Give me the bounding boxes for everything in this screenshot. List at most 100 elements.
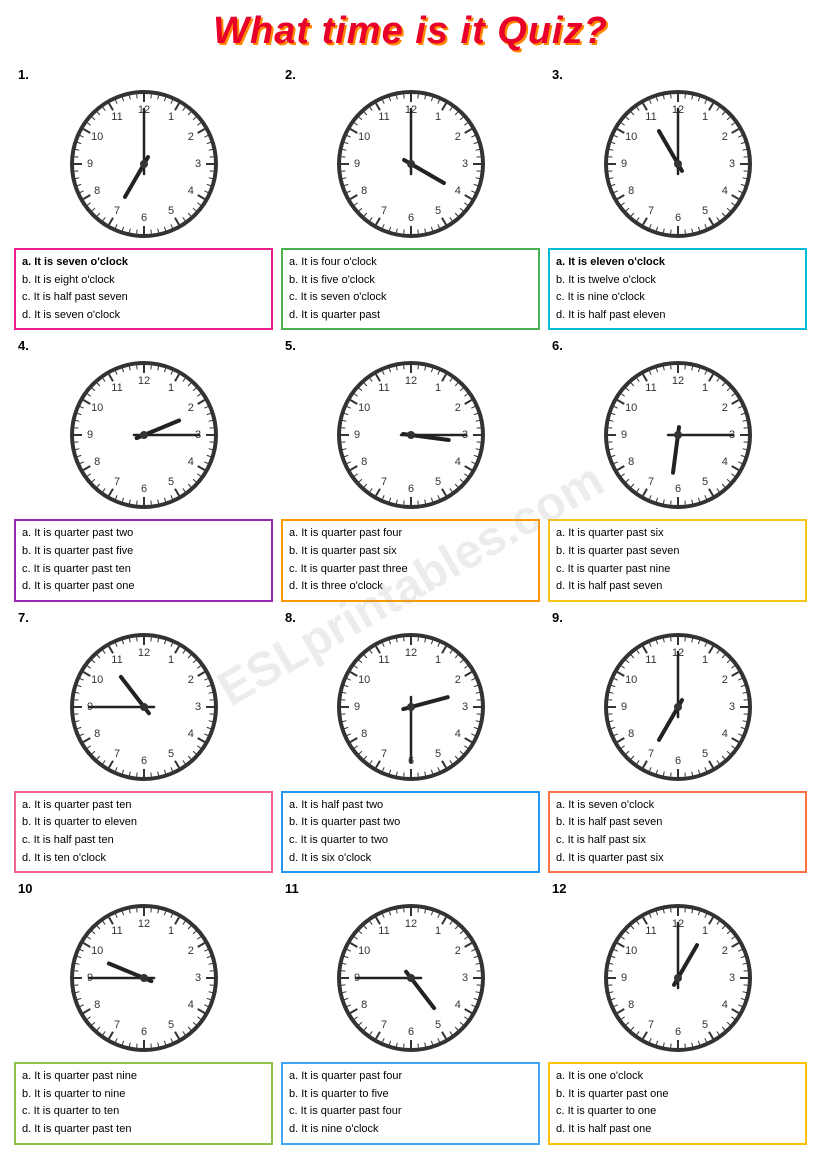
svg-text:8: 8 bbox=[94, 456, 100, 468]
question-number-6: 6. bbox=[552, 338, 563, 353]
svg-text:6: 6 bbox=[140, 755, 146, 767]
svg-text:1: 1 bbox=[434, 383, 440, 395]
svg-text:7: 7 bbox=[113, 205, 119, 217]
answer-box-1: a. It is seven o'clockb. It is eight o'c… bbox=[14, 248, 273, 330]
svg-text:3: 3 bbox=[461, 158, 467, 170]
questions-grid: 1. 121234567891011 a. It is seven o'cloc… bbox=[10, 63, 811, 1149]
option-8-3: c. It is quarter to two bbox=[289, 832, 532, 850]
svg-text:3: 3 bbox=[728, 701, 734, 713]
svg-text:7: 7 bbox=[647, 1019, 653, 1031]
svg-text:7: 7 bbox=[380, 205, 386, 217]
svg-text:10: 10 bbox=[91, 945, 103, 957]
clock-5: 121234567891011 bbox=[331, 355, 491, 515]
svg-text:8: 8 bbox=[628, 185, 634, 197]
svg-text:12: 12 bbox=[404, 647, 416, 659]
svg-text:4: 4 bbox=[454, 999, 460, 1011]
answer-box-9: a. It is seven o'clockb. It is half past… bbox=[548, 791, 807, 873]
option-1-3: c. It is half past seven bbox=[22, 289, 265, 307]
option-3-4: d. It is half past eleven bbox=[556, 307, 799, 325]
svg-text:5: 5 bbox=[167, 476, 173, 488]
svg-text:2: 2 bbox=[721, 945, 727, 957]
option-11-3: c. It is quarter past four bbox=[289, 1103, 532, 1121]
svg-text:8: 8 bbox=[628, 728, 634, 740]
svg-text:4: 4 bbox=[721, 728, 727, 740]
question-cell-2: 2. 121234567891011 a. It is four o'clock… bbox=[281, 67, 540, 330]
svg-text:11: 11 bbox=[111, 383, 122, 395]
svg-text:8: 8 bbox=[94, 999, 100, 1011]
clock-1: 121234567891011 bbox=[64, 84, 224, 244]
svg-text:12: 12 bbox=[137, 375, 149, 387]
svg-text:1: 1 bbox=[434, 925, 440, 937]
question-number-8: 8. bbox=[285, 610, 296, 625]
svg-text:11: 11 bbox=[111, 925, 122, 937]
svg-text:12: 12 bbox=[404, 918, 416, 930]
clock-3: 121234567891011 bbox=[598, 84, 758, 244]
svg-text:9: 9 bbox=[353, 701, 359, 713]
svg-text:11: 11 bbox=[378, 654, 389, 666]
answer-box-10: a. It is quarter past nineb. It is quart… bbox=[14, 1062, 273, 1144]
svg-text:1: 1 bbox=[434, 654, 440, 666]
option-10-2: b. It is quarter to nine bbox=[22, 1086, 265, 1104]
svg-text:4: 4 bbox=[187, 456, 193, 468]
svg-text:11: 11 bbox=[378, 111, 389, 123]
question-cell-7: 7. 121234567891011 a. It is quarter past… bbox=[14, 610, 273, 873]
svg-text:5: 5 bbox=[167, 205, 173, 217]
clock-11: 121234567891011 bbox=[331, 898, 491, 1058]
option-11-4: d. It is nine o'clock bbox=[289, 1121, 532, 1139]
svg-text:6: 6 bbox=[407, 212, 413, 224]
svg-text:6: 6 bbox=[674, 755, 680, 767]
question-number-1: 1. bbox=[18, 67, 29, 82]
option-5-1: a. It is quarter past four bbox=[289, 525, 532, 543]
svg-text:11: 11 bbox=[111, 654, 122, 666]
svg-text:7: 7 bbox=[647, 476, 653, 488]
svg-text:10: 10 bbox=[358, 131, 370, 143]
svg-text:8: 8 bbox=[361, 999, 367, 1011]
svg-text:2: 2 bbox=[721, 131, 727, 143]
question-number-3: 3. bbox=[552, 67, 563, 82]
option-3-3: c. It is nine o'clock bbox=[556, 289, 799, 307]
svg-text:12: 12 bbox=[137, 918, 149, 930]
svg-text:11: 11 bbox=[378, 383, 389, 395]
answer-box-5: a. It is quarter past fourb. It is quart… bbox=[281, 519, 540, 601]
option-6-4: d. It is half past seven bbox=[556, 578, 799, 596]
option-2-1: a. It is four o'clock bbox=[289, 254, 532, 272]
page-title: What time is it Quiz? bbox=[10, 10, 811, 53]
clock-12: 121234567891011 bbox=[598, 898, 758, 1058]
svg-text:2: 2 bbox=[187, 402, 193, 414]
answer-box-11: a. It is quarter past fourb. It is quart… bbox=[281, 1062, 540, 1144]
svg-text:11: 11 bbox=[111, 111, 122, 123]
svg-text:2: 2 bbox=[187, 131, 193, 143]
clock-6: 121234567891011 bbox=[598, 355, 758, 515]
svg-text:3: 3 bbox=[728, 972, 734, 984]
svg-text:1: 1 bbox=[701, 111, 707, 123]
svg-text:2: 2 bbox=[454, 945, 460, 957]
svg-text:8: 8 bbox=[94, 728, 100, 740]
option-8-4: d. It is six o'clock bbox=[289, 850, 532, 868]
option-9-1: a. It is seven o'clock bbox=[556, 797, 799, 815]
svg-text:6: 6 bbox=[140, 483, 146, 495]
svg-text:4: 4 bbox=[721, 185, 727, 197]
svg-text:2: 2 bbox=[454, 131, 460, 143]
svg-text:11: 11 bbox=[645, 383, 656, 395]
svg-text:10: 10 bbox=[91, 674, 103, 686]
svg-text:3: 3 bbox=[194, 972, 200, 984]
question-cell-10: 10 121234567891011 a. It is quarter past… bbox=[14, 881, 273, 1144]
answer-box-8: a. It is half past twob. It is quarter p… bbox=[281, 791, 540, 873]
svg-text:6: 6 bbox=[407, 1026, 413, 1038]
svg-text:1: 1 bbox=[701, 925, 707, 937]
question-cell-3: 3. 121234567891011 a. It is eleven o'clo… bbox=[548, 67, 807, 330]
question-number-2: 2. bbox=[285, 67, 296, 82]
question-number-7: 7. bbox=[18, 610, 29, 625]
option-4-3: c. It is quarter past ten bbox=[22, 561, 265, 579]
question-number-4: 4. bbox=[18, 338, 29, 353]
svg-text:7: 7 bbox=[647, 205, 653, 217]
svg-text:2: 2 bbox=[721, 402, 727, 414]
svg-text:5: 5 bbox=[701, 1019, 707, 1031]
option-10-3: c. It is quarter to ten bbox=[22, 1103, 265, 1121]
answer-box-4: a. It is quarter past twob. It is quarte… bbox=[14, 519, 273, 601]
svg-text:7: 7 bbox=[113, 1019, 119, 1031]
option-12-2: b. It is quarter past one bbox=[556, 1086, 799, 1104]
svg-text:5: 5 bbox=[434, 1019, 440, 1031]
svg-text:11: 11 bbox=[378, 925, 389, 937]
svg-text:6: 6 bbox=[407, 483, 413, 495]
